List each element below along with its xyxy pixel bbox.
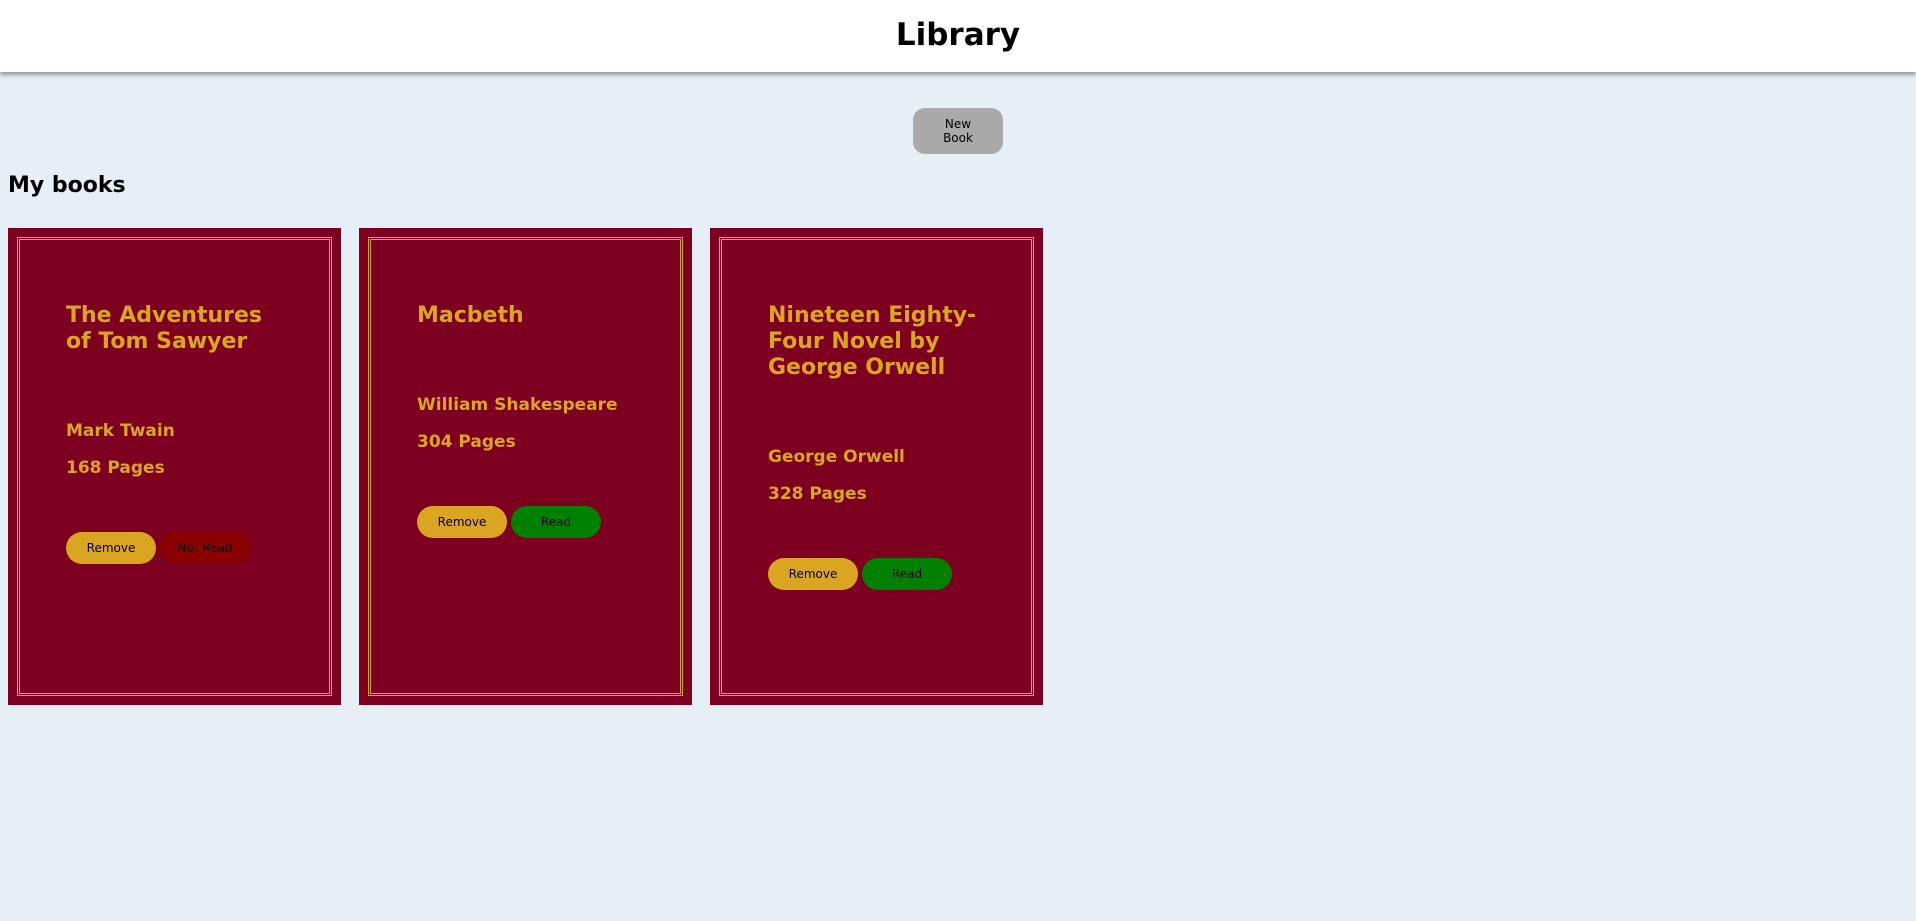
remove-button[interactable]: Remove [768,558,858,590]
book-details: Nineteen Eighty-Four Novel by George Orw… [768,303,993,590]
book-author: George Orwell [768,447,905,467]
book-details: Macbeth William Shakespeare 304 Pages Re… [417,303,642,538]
book-list: The Adventures of Tom Sawyer Mark Twain … [8,228,1043,705]
section-title: My books [8,173,126,198]
book-actions: Remove Read [417,506,642,538]
book-pages: 304 Pages [417,432,516,452]
book-pages: 168 Pages [66,458,165,478]
book-title: Nineteen Eighty-Four Novel by George Orw… [768,303,977,380]
new-book-button[interactable]: New Book [913,108,1003,154]
book-pages: 328 Pages [768,484,867,504]
book-author: Mark Twain [66,421,175,441]
book-title: Macbeth [417,303,524,328]
book-card: Macbeth William Shakespeare 304 Pages Re… [359,228,692,705]
app-header: Library [0,0,1916,72]
page-title: Library [895,17,1021,53]
book-details: The Adventures of Tom Sawyer Mark Twain … [66,303,291,564]
book-title: The Adventures of Tom Sawyer [66,303,262,354]
book-author: William Shakespeare [417,395,618,415]
book-card: The Adventures of Tom Sawyer Mark Twain … [8,228,341,705]
read-status-toggle[interactable]: Read [862,558,952,590]
remove-button[interactable]: Remove [66,532,156,564]
read-status-toggle[interactable]: Read [511,506,601,538]
read-status-toggle[interactable]: Not Read [160,532,250,564]
book-actions: Remove Read [768,558,993,590]
book-card: Nineteen Eighty-Four Novel by George Orw… [710,228,1043,705]
book-actions: Remove Not Read [66,532,291,564]
remove-button[interactable]: Remove [417,506,507,538]
